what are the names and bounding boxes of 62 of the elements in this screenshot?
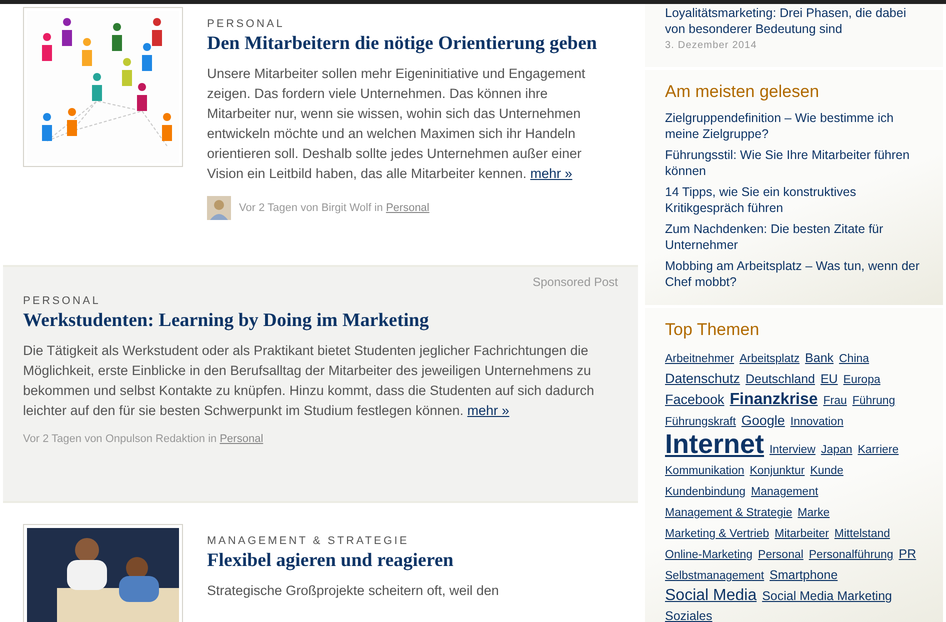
tag-link[interactable]: Management — [751, 486, 818, 498]
tag-link[interactable]: Karriere — [858, 444, 899, 456]
tag-link[interactable]: Interview — [769, 444, 816, 456]
article-meta: Vor 2 Tagen von Birgit Wolf in Personal — [239, 202, 430, 214]
tag-link[interactable]: Personalführung — [808, 549, 894, 561]
article-link[interactable]: Zum Nachdenken: Die besten Zitate für Unternehmer — [665, 221, 923, 253]
tag-link[interactable]: Kundenbindung — [665, 486, 746, 498]
sponsored-label: Sponsored Post — [532, 275, 618, 289]
article-link[interactable]: 14 Tipps, wie Sie ein konstruktives Kritikgespräch führen — [665, 184, 923, 216]
tag-link[interactable]: PR — [898, 547, 916, 561]
tag-link[interactable]: Marketing & Vertrieb — [665, 528, 770, 540]
tag-link[interactable]: Europa — [843, 374, 880, 386]
tag-link[interactable]: Soziales — [665, 609, 712, 622]
read-more-link[interactable]: mehr » — [467, 403, 510, 418]
tag-link[interactable]: Selbstmanagement — [665, 570, 764, 582]
article-excerpt: Strategische Großprojekte scheitern oft, weil den — [207, 582, 500, 600]
article-meta: Vor 2 Tagen von Onpulson Redaktion in Personal — [23, 433, 264, 445]
tag-link[interactable]: Konjunktur — [750, 465, 805, 477]
tag-link[interactable]: Online-Marketing — [665, 549, 753, 561]
article-link[interactable]: Führungsstil: Wie Sie Ihre Mitarbeiter führen können — [665, 147, 923, 179]
tag-link[interactable]: Social Media — [665, 587, 757, 604]
tag-link[interactable]: Bank — [805, 351, 834, 365]
tag-link[interactable]: Smartphone — [770, 568, 838, 582]
tag-link[interactable]: Arbeitsplatz — [740, 353, 800, 365]
section-title: Top Themen — [665, 320, 760, 340]
tag-link[interactable]: Führung — [852, 395, 896, 407]
tag-link[interactable]: China — [839, 353, 870, 365]
tag-link[interactable]: Google — [741, 413, 785, 428]
tag-link[interactable]: Kommunikation — [665, 465, 744, 477]
tag-link[interactable]: Innovation — [790, 416, 844, 428]
tag-link[interactable]: Japan — [820, 444, 852, 456]
article-category: PERSONAL — [207, 18, 286, 30]
tag-link[interactable]: Marke — [798, 507, 830, 519]
article-excerpt: Unsere Mitarbeiter sollen mehr Eigeninitiative und Engagement zeigen. Das fordern viele Unternehmen. Das können ihre Mitarbeiter nur, wenn sie wissen, wohin sich das Unternehmen entwickeln möchte und an welchen Maximen sich ihr Handeln orientieren soll. Deshalb sollte jedes Unternehmen außer einer Vision ein Leitbild haben, das alle Mitarbeiter kennen. mehr » — [207, 65, 586, 183]
article-link[interactable]: Mobbing am Arbeitsplatz – Was tun, wenn der Chef mobbt? — [665, 258, 923, 290]
tag-link[interactable]: EU — [820, 372, 838, 386]
tag-link[interactable]: Führungskraft — [665, 416, 736, 428]
tag-link[interactable]: Management & Strategie — [665, 507, 792, 519]
tag-link[interactable]: Mitarbeiter — [774, 528, 829, 540]
article-link[interactable]: Zielgruppendefinition – Wie bestimme ich meine Zielgruppe? — [665, 110, 923, 142]
tag-link[interactable]: Mittelstand — [834, 528, 890, 540]
tag-link[interactable]: Facebook — [665, 392, 724, 407]
tag-link[interactable]: Deutschland — [746, 372, 815, 386]
read-more-link[interactable]: mehr » — [530, 166, 572, 181]
tag-link[interactable]: Frau — [823, 395, 847, 407]
article-date: 3. Dezember 2014 — [665, 39, 757, 53]
article-category: PERSONAL — [23, 295, 102, 307]
article-title[interactable]: Werkstudenten: Learning by Doing im Marketing — [23, 310, 618, 332]
article-title[interactable]: Flexibel agieren und reagieren — [207, 550, 615, 572]
article-excerpt: Die Tätigkeit als Werkstudent oder als Praktikant bietet Studenten jeglicher Fachrichtungen die Möglichkeit, erste Einblicke in den Berufsalltag der Mitarbeiter des jeweiligen Unternehmens zu bekommen und selbst Kontakte zu knüpfen. Hinzu kommt, dass die Studenten auf sich dadurch leichter auf den für sie besten Schwerpunkt im Studium festlegen können. mehr » — [23, 342, 596, 420]
category-link[interactable]: Personal — [386, 202, 430, 214]
section-title: Am meisten gelesen — [665, 82, 820, 102]
article-link[interactable]: Loyalitätsmarketing: Drei Phasen, die dabei von besonderer Bedeutung sind — [665, 5, 923, 37]
tag-link[interactable]: Kunde — [810, 465, 844, 477]
tag-link[interactable]: Internet — [665, 429, 764, 459]
article-category: MANAGEMENT & STRATEGIE — [207, 535, 410, 547]
tag-link[interactable]: Finanzkrise — [730, 391, 818, 408]
tag-link[interactable]: Datenschutz — [665, 371, 740, 386]
article-title[interactable]: Den Mitarbeitern die nötige Orientierung geben — [207, 33, 615, 55]
tag-link[interactable]: Arbeitnehmer — [665, 353, 734, 365]
tag-link[interactable]: Social Media Marketing — [762, 589, 892, 603]
tag-link[interactable]: Personal — [758, 549, 804, 561]
